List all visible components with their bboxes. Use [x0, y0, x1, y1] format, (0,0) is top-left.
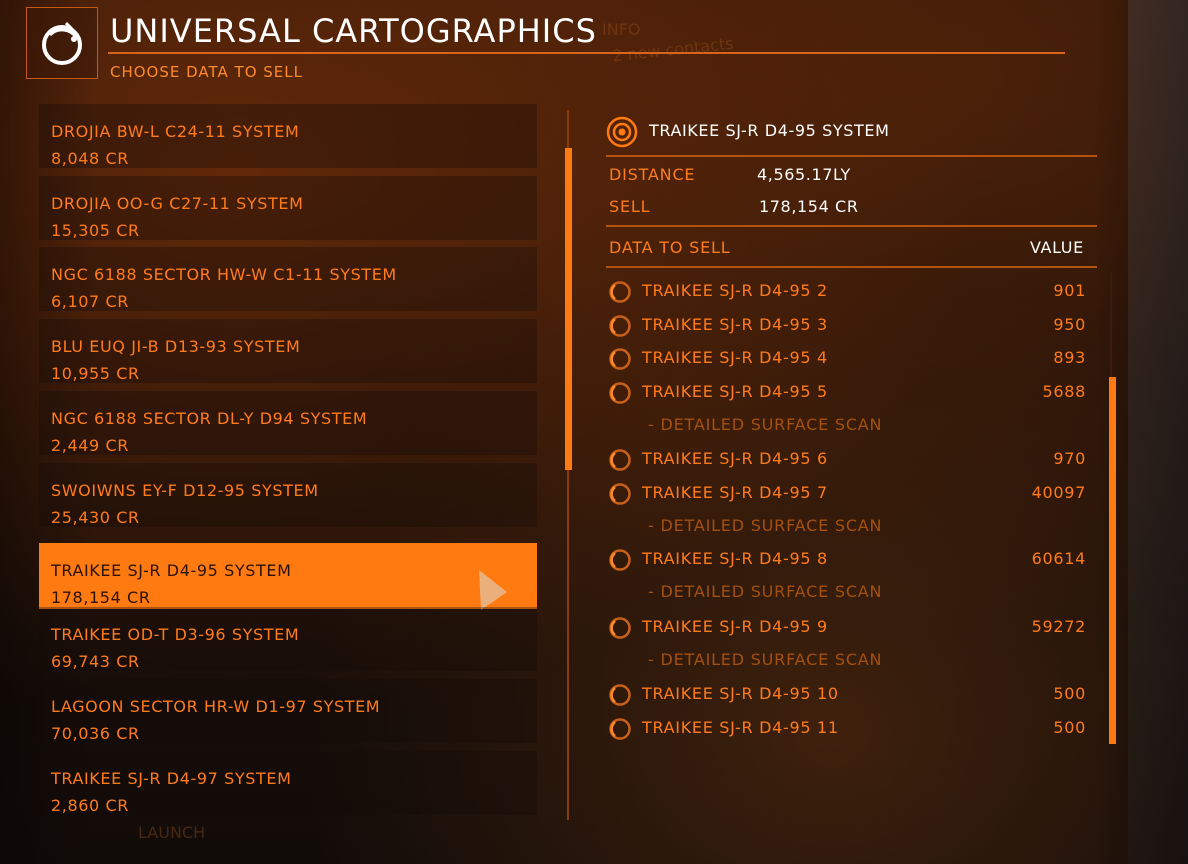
scan-circle-icon — [609, 483, 631, 505]
data-item-value: 500 — [1053, 684, 1086, 703]
data-item[interactable]: TRAIKEE SJ-R D4-95 4 893 — [606, 343, 1096, 373]
data-item[interactable]: TRAIKEE SJ-R D4-95 5 5688 — [606, 377, 1096, 407]
system-credits: 70,036 CR — [51, 724, 140, 743]
scan-circle-icon — [609, 549, 631, 571]
system-credits: 8,048 CR — [51, 149, 129, 168]
scan-circle-icon — [609, 315, 631, 337]
system-row[interactable]: SWOIWNS EY-F D12-95 SYSTEM 25,430 CR — [39, 463, 537, 527]
system-row[interactable]: NGC 6188 SECTOR HW-W C1-11 SYSTEM 6,107 … — [39, 247, 537, 311]
data-item-name: TRAIKEE SJ-R D4-95 5 — [642, 382, 828, 401]
system-name: TRAIKEE SJ-R D4-95 SYSTEM — [51, 561, 292, 580]
data-item-name: TRAIKEE SJ-R D4-95 10 — [642, 684, 839, 703]
data-item-subtitle: - DETAILED SURFACE SCAN — [648, 516, 883, 535]
data-item-value: 5688 — [1042, 382, 1086, 401]
data-items-list: TRAIKEE SJ-R D4-95 2 901 TRAIKEE SJ-R D4… — [606, 276, 1096, 746]
sell-label: SELL — [609, 197, 651, 216]
data-item[interactable]: TRAIKEE SJ-R D4-95 7 40097 — [606, 478, 1096, 508]
system-row[interactable]: NGC 6188 SECTOR DL-Y D94 SYSTEM 2,449 CR — [39, 391, 537, 455]
system-row[interactable]: BLU EUQ JI-B D13-93 SYSTEM 10,955 CR — [39, 319, 537, 383]
system-row[interactable]: TRAIKEE SJ-R D4-97 SYSTEM 2,860 CR — [39, 751, 537, 815]
background-panel — [1128, 0, 1188, 864]
system-name: SWOIWNS EY-F D12-95 SYSTEM — [51, 481, 319, 500]
data-item-name: TRAIKEE SJ-R D4-95 9 — [642, 617, 828, 636]
cartographics-globe-icon — [42, 21, 82, 65]
system-name: DROJIA BW-L C24-11 SYSTEM — [51, 122, 300, 141]
data-item[interactable]: TRAIKEE SJ-R D4-95 8 60614 — [606, 544, 1096, 574]
system-name: DROJIA OO-G C27-11 SYSTEM — [51, 194, 304, 213]
system-row[interactable]: TRAIKEE OD-T D3-96 SYSTEM 69,743 CR — [39, 607, 537, 671]
detail-divider — [606, 266, 1097, 268]
system-credits: 2,860 CR — [51, 796, 129, 815]
distance-value: 4,565.17LY — [757, 165, 851, 184]
data-item-value: 901 — [1053, 281, 1086, 300]
system-name: TRAIKEE SJ-R D4-97 SYSTEM — [51, 769, 292, 788]
data-item-value: 59272 — [1031, 617, 1086, 636]
background-info-text: INFO — [602, 20, 641, 39]
detail-divider — [606, 225, 1097, 227]
data-item-value: 60614 — [1031, 549, 1086, 568]
system-row[interactable]: DROJIA BW-L C24-11 SYSTEM 8,048 CR — [39, 104, 537, 168]
page-title: UNIVERSAL CARTOGRAPHICS — [110, 12, 597, 50]
data-item[interactable]: TRAIKEE SJ-R D4-95 3 950 — [606, 310, 1096, 340]
data-item-name: TRAIKEE SJ-R D4-95 4 — [642, 348, 828, 367]
data-item[interactable]: TRAIKEE SJ-R D4-95 10 500 — [606, 679, 1096, 709]
system-credits: 15,305 CR — [51, 221, 140, 240]
cartographics-logo — [26, 7, 98, 79]
data-item-value: 500 — [1053, 718, 1086, 737]
system-credits: 6,107 CR — [51, 292, 129, 311]
data-item-value: 893 — [1053, 348, 1086, 367]
data-item[interactable]: TRAIKEE SJ-R D4-95 9 59272 — [606, 612, 1096, 642]
system-credits: 25,430 CR — [51, 508, 140, 527]
system-row[interactable]: DROJIA OO-G C27-11 SYSTEM 15,305 CR — [39, 176, 537, 240]
data-item-value: 40097 — [1031, 483, 1086, 502]
data-item-name: TRAIKEE SJ-R D4-95 7 — [642, 483, 828, 502]
data-item-value: 970 — [1053, 449, 1086, 468]
system-credits: 10,955 CR — [51, 364, 140, 383]
scan-circle-icon — [609, 281, 631, 303]
data-item-subtitle: - DETAILED SURFACE SCAN — [648, 415, 883, 434]
scan-circle-icon — [609, 348, 631, 370]
pointer-cursor-icon — [479, 570, 507, 610]
data-item-name: TRAIKEE SJ-R D4-95 6 — [642, 449, 828, 468]
scan-circle-icon — [609, 684, 631, 706]
system-credits: 69,743 CR — [51, 652, 140, 671]
system-row-selected[interactable]: TRAIKEE SJ-R D4-95 SYSTEM 178,154 CR — [39, 543, 537, 610]
system-credits: 178,154 CR — [51, 588, 151, 607]
system-name: TRAIKEE OD-T D3-96 SYSTEM — [51, 625, 300, 644]
data-item-subtitle: - DETAILED SURFACE SCAN — [648, 650, 883, 669]
scan-circle-icon — [609, 718, 631, 740]
detail-divider — [606, 155, 1097, 157]
list-scrollbar[interactable] — [565, 148, 572, 470]
data-item-name: TRAIKEE SJ-R D4-95 2 — [642, 281, 828, 300]
title-divider — [108, 52, 1065, 54]
scan-circle-icon — [609, 382, 631, 404]
data-to-sell-header: DATA TO SELL — [609, 238, 731, 257]
value-header: VALUE — [1030, 238, 1084, 257]
system-name: BLU EUQ JI-B D13-93 SYSTEM — [51, 337, 301, 356]
sell-value: 178,154 CR — [759, 197, 859, 216]
scan-circle-icon — [609, 449, 631, 471]
data-item-subtitle: - DETAILED SURFACE SCAN — [648, 582, 883, 601]
system-name: NGC 6188 SECTOR HW-W C1-11 SYSTEM — [51, 265, 397, 284]
data-item[interactable]: TRAIKEE SJ-R D4-95 2 901 — [606, 276, 1096, 306]
data-scrollbar[interactable] — [1109, 377, 1116, 744]
scan-circle-icon — [609, 617, 631, 639]
detail-system-name: TRAIKEE SJ-R D4-95 SYSTEM — [649, 121, 890, 140]
system-row[interactable]: LAGOON SECTOR HR-W D1-97 SYSTEM 70,036 C… — [39, 679, 537, 743]
data-item-name: TRAIKEE SJ-R D4-95 8 — [642, 549, 828, 568]
distance-label: DISTANCE — [609, 165, 696, 184]
data-item-name: TRAIKEE SJ-R D4-95 3 — [642, 315, 828, 334]
system-name: LAGOON SECTOR HR-W D1-97 SYSTEM — [51, 697, 381, 716]
target-icon — [606, 116, 638, 148]
data-item[interactable]: TRAIKEE SJ-R D4-95 6 970 — [606, 444, 1096, 474]
system-name: NGC 6188 SECTOR DL-Y D94 SYSTEM — [51, 409, 368, 428]
system-list: DROJIA BW-L C24-11 SYSTEM 8,048 CR DROJI… — [39, 104, 537, 828]
system-credits: 2,449 CR — [51, 436, 129, 455]
data-item-name: TRAIKEE SJ-R D4-95 11 — [642, 718, 839, 737]
data-item-value: 950 — [1053, 315, 1086, 334]
data-item[interactable]: TRAIKEE SJ-R D4-95 11 500 — [606, 713, 1096, 743]
page-subtitle: CHOOSE DATA TO SELL — [110, 63, 303, 81]
